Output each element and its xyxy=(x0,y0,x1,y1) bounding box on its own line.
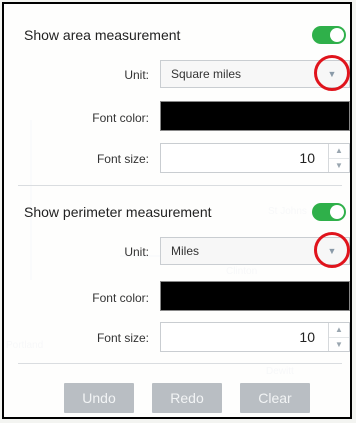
font-size-spinner: ▲ ▼ xyxy=(328,144,349,172)
area-unit-label: Unit: xyxy=(124,68,149,82)
perimeter-measurement-toggle[interactable] xyxy=(312,203,346,221)
section-divider xyxy=(18,363,342,364)
clear-button[interactable]: Clear xyxy=(240,383,310,413)
chevron-down-icon[interactable]: ▼ xyxy=(329,157,349,173)
undo-button[interactable]: Undo xyxy=(64,383,134,413)
section-divider xyxy=(18,185,342,186)
redo-button[interactable]: Redo xyxy=(152,383,222,413)
chevron-down-icon[interactable]: ▼ xyxy=(329,336,349,352)
perimeter-unit-value: Miles xyxy=(171,244,200,258)
measurement-settings-panel: Show area measurement Unit: Square miles… xyxy=(2,2,352,419)
area-font-color-swatch[interactable] xyxy=(160,101,350,131)
perimeter-font-size-label: Font size: xyxy=(96,331,149,345)
area-measurement-row: Show area measurement xyxy=(24,22,350,48)
area-unit-value: Square miles xyxy=(171,67,242,81)
perimeter-font-color-swatch[interactable] xyxy=(160,281,350,311)
perimeter-toggle-label: Show perimeter measurement xyxy=(24,204,212,220)
perimeter-font-size-input[interactable]: 10 ▲ ▼ xyxy=(160,322,350,352)
area-font-size-value: 10 xyxy=(299,150,315,166)
perimeter-unit-label: Unit: xyxy=(124,245,149,259)
perimeter-unit-select[interactable]: Miles ▼ xyxy=(160,232,350,268)
perimeter-font-color-label: Font color: xyxy=(92,291,149,305)
font-size-spinner: ▲ ▼ xyxy=(328,323,349,351)
chevron-up-icon[interactable]: ▲ xyxy=(329,144,349,158)
area-toggle-label: Show area measurement xyxy=(24,27,181,43)
perimeter-measurement-row: Show perimeter measurement xyxy=(24,199,350,225)
chevron-up-icon[interactable]: ▲ xyxy=(329,323,349,337)
toggle-knob xyxy=(330,28,344,42)
area-font-color-label: Font color: xyxy=(92,111,149,125)
toggle-knob xyxy=(330,205,344,219)
area-font-size-label: Font size: xyxy=(96,152,149,166)
highlight-circle xyxy=(314,55,350,91)
perimeter-font-size-value: 10 xyxy=(299,329,315,345)
area-unit-select[interactable]: Square miles ▼ xyxy=(160,55,350,91)
area-font-size-input[interactable]: 10 ▲ ▼ xyxy=(160,143,350,173)
area-measurement-toggle[interactable] xyxy=(312,26,346,44)
highlight-circle xyxy=(314,232,350,268)
